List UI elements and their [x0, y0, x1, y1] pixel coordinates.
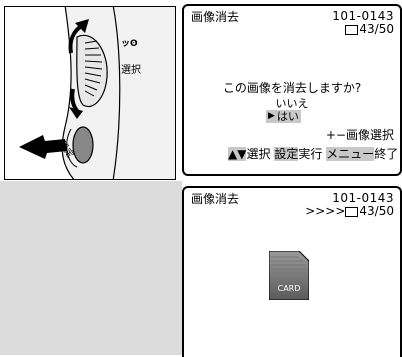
card-label: CARD	[277, 284, 301, 293]
nav-execute-label: 実行	[298, 147, 323, 161]
nav-select-label: 選択	[246, 147, 271, 161]
image-count-value: 43/50	[359, 22, 394, 36]
option-yes[interactable]: ▶ はい	[266, 110, 301, 123]
option-yes-label: はい	[276, 110, 299, 123]
camera-body-drawing	[19, 7, 175, 179]
screen-title: 画像消去	[191, 192, 240, 206]
option-no[interactable]: いいえ	[184, 97, 400, 110]
image-count-value: 43/50	[359, 204, 394, 218]
camera-illustration: ッʘ 選択 設定	[4, 6, 176, 180]
image-select-hint: +−画像選択	[325, 128, 394, 142]
menu-key-label: メニュー	[326, 147, 375, 161]
progress-indicator: >>>>	[305, 204, 346, 218]
card-icon	[345, 206, 359, 217]
screen-title: 画像消去	[191, 10, 240, 24]
sound-label: ッʘ	[121, 39, 138, 49]
image-count: >>>> 43/50	[305, 205, 394, 218]
set-button	[72, 126, 94, 164]
gray-background	[0, 181, 182, 355]
select-label: 選択	[121, 65, 141, 76]
cursor-right-icon: ▶	[268, 111, 275, 121]
memory-card-icon: CARD	[268, 250, 310, 301]
nav-hint-bar: ▲▼選択 設定実行 メニュー終了	[228, 147, 399, 161]
nav-end-label: 終了	[374, 147, 399, 161]
card-icon	[345, 24, 359, 35]
set-key-label: 設定	[274, 147, 299, 161]
deleting-screen: 画像消去 101-0143 >>>> 43/50 CARD	[182, 186, 402, 357]
delete-question: この画像を消去しますか?	[222, 81, 362, 95]
delete-confirm-screen: 画像消去 101-0143 43/50 この画像を消去しますか? いいえ ▶ は…	[182, 4, 402, 176]
image-count: 43/50	[345, 23, 394, 36]
up-down-arrows-icon: ▲▼	[228, 147, 247, 161]
